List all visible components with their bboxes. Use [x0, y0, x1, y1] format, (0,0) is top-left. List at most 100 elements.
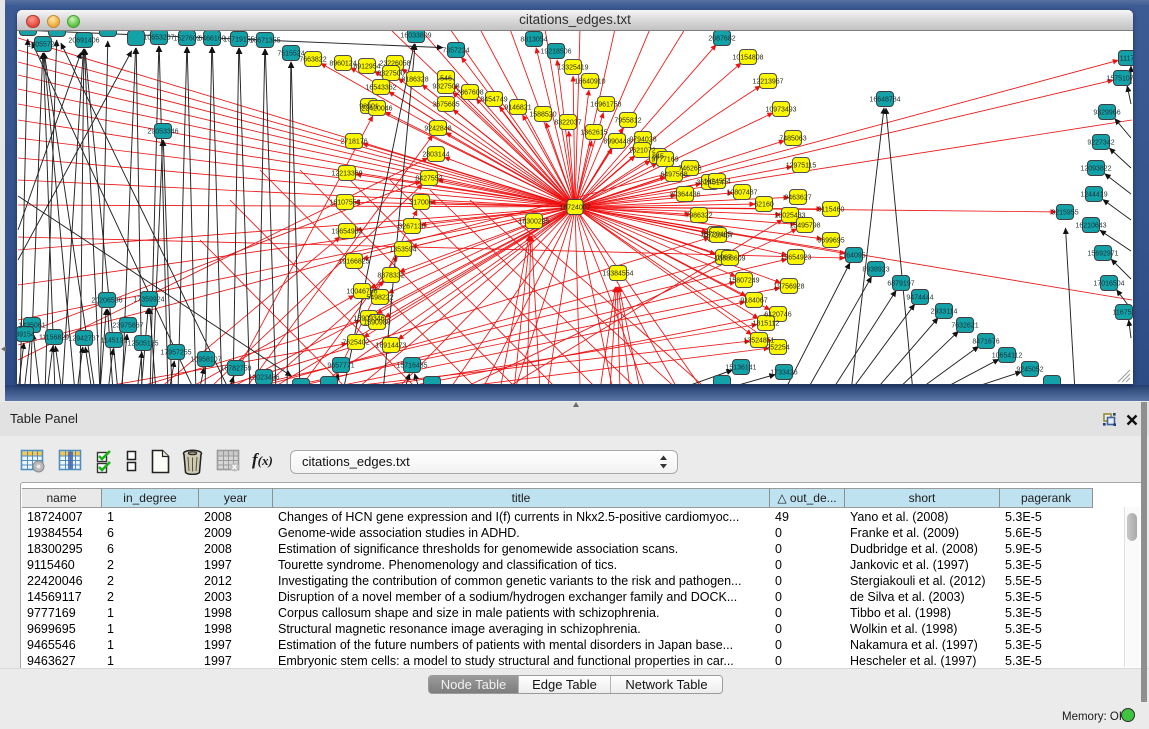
svg-text:12093822: 12093822 — [1080, 166, 1111, 173]
svg-text:10973493: 10973493 — [765, 107, 796, 114]
svg-text:16782759: 16782759 — [220, 366, 251, 373]
svg-text:1588520: 1588520 — [529, 112, 556, 119]
svg-text:317006: 317006 — [409, 200, 432, 207]
svg-text:8427552: 8427552 — [415, 176, 442, 183]
svg-text:11156829: 11156829 — [39, 335, 69, 342]
svg-text:8186328: 8186328 — [401, 77, 428, 84]
svg-text:9146821: 9146821 — [504, 105, 531, 112]
svg-text:15495798: 15495798 — [789, 223, 820, 230]
svg-text:3675685: 3675685 — [432, 102, 459, 109]
svg-text:2803144: 2803144 — [422, 152, 449, 159]
svg-text:16961758: 16961758 — [590, 102, 621, 109]
svg-text:15136141: 15136141 — [725, 365, 756, 372]
svg-text:12942737: 12942737 — [68, 336, 99, 343]
svg-text:15807249: 15807249 — [728, 278, 759, 285]
svg-text:13524851: 13524851 — [743, 338, 774, 345]
svg-text:1145191: 1145191 — [101, 338, 128, 345]
svg-text:1244419: 1244419 — [1080, 192, 1107, 199]
svg-text:1117: 1117 — [1120, 56, 1133, 63]
svg-text:10654112: 10654112 — [992, 353, 1023, 360]
svg-text:16543362: 16543362 — [365, 85, 396, 92]
svg-text:17359924: 17359924 — [133, 297, 164, 304]
svg-text:16210643: 16210643 — [1075, 223, 1106, 230]
svg-text:16107553: 16107553 — [329, 200, 360, 207]
svg-text:17016504: 17016504 — [1093, 281, 1124, 288]
svg-text:9329966: 9329966 — [1093, 110, 1120, 117]
svg-text:19166825: 19166825 — [338, 259, 369, 266]
svg-text:2087682: 2087682 — [708, 36, 735, 43]
svg-text:6879197: 6879197 — [887, 281, 914, 288]
svg-text:252254: 252254 — [766, 345, 789, 352]
svg-text:18640910: 18640910 — [574, 79, 605, 86]
svg-text:6120746: 6120746 — [764, 312, 791, 319]
svg-text:8454749: 8454749 — [480, 97, 507, 104]
svg-text:19218506: 19218506 — [540, 49, 571, 56]
svg-text:12213369: 12213369 — [331, 171, 362, 178]
svg-text:23226058: 23226058 — [379, 61, 410, 68]
svg-text:10154808: 10154808 — [732, 55, 763, 62]
svg-text:15720407: 15720407 — [702, 233, 733, 240]
svg-text:8938923: 8938923 — [862, 267, 889, 274]
svg-text:39154: 39154 — [17, 332, 35, 339]
svg-text:9657771: 9657771 — [327, 363, 354, 370]
svg-text:1353594: 1353594 — [389, 247, 416, 254]
svg-text:12975115: 12975115 — [786, 163, 817, 170]
svg-text:7955812: 7955812 — [614, 118, 641, 125]
svg-text:1362615: 1362615 — [580, 130, 607, 137]
svg-text:13325419: 13325419 — [557, 65, 588, 72]
svg-text:19654933: 19654933 — [331, 229, 362, 236]
svg-text:3267130: 3267130 — [398, 224, 425, 231]
svg-text:7485063: 7485063 — [779, 136, 806, 143]
svg-text:7986322: 7986322 — [685, 213, 712, 220]
svg-text:14055721: 14055721 — [27, 42, 58, 49]
svg-text:9184067: 9184067 — [740, 298, 767, 305]
svg-text:8912954: 8912954 — [353, 64, 380, 71]
svg-text:9777169: 9777169 — [651, 157, 678, 164]
svg-text:1624554: 1624554 — [703, 179, 730, 186]
svg-text:10958107: 10958107 — [190, 357, 221, 364]
svg-text:546: 546 — [440, 76, 452, 83]
svg-text:8878332: 8878332 — [377, 273, 404, 280]
svg-text:12213967: 12213967 — [752, 79, 783, 86]
svg-text:15692971: 15692971 — [1087, 251, 1118, 258]
svg-text:9474444: 9474444 — [906, 295, 933, 302]
svg-text:9794028: 9794028 — [629, 137, 656, 144]
svg-text:2867608: 2867608 — [456, 90, 483, 97]
svg-text:9242848: 9242848 — [424, 126, 451, 133]
svg-text:7632621: 7632621 — [951, 323, 978, 330]
svg-text:29053346: 29053346 — [147, 129, 178, 136]
svg-text:7625402: 7625402 — [342, 340, 369, 347]
svg-text:1527602: 1527602 — [173, 36, 200, 43]
svg-text:19384554: 19384554 — [602, 271, 633, 278]
svg-text:18300295: 18300295 — [518, 219, 549, 226]
svg-text:20364436: 20364436 — [669, 192, 700, 199]
svg-text:17957255: 17957255 — [160, 350, 191, 357]
svg-text:164095: 164095 — [842, 253, 865, 260]
svg-text:2718176: 2718176 — [340, 139, 367, 146]
svg-text:22420046: 22420046 — [361, 106, 392, 113]
svg-text:10025433: 10025433 — [774, 213, 805, 220]
svg-text:2933114: 2933114 — [931, 309, 958, 316]
svg-text:16914473: 16914473 — [375, 343, 406, 350]
svg-text:116753: 116753 — [1113, 310, 1133, 317]
svg-text:12505135: 12505135 — [127, 341, 158, 348]
svg-text:23975867: 23975867 — [112, 323, 143, 330]
svg-text:3215955: 3215955 — [1051, 210, 1078, 217]
svg-text:7357224: 7357224 — [442, 48, 469, 55]
svg-text:9245052: 9245052 — [1016, 367, 1043, 374]
svg-text:7663822: 7663822 — [299, 57, 326, 64]
svg-text:9227342: 9227342 — [1087, 140, 1114, 147]
svg-text:12023466: 12023466 — [248, 375, 279, 382]
svg-text:6497568: 6497568 — [660, 172, 687, 179]
svg-text:10688609: 10688609 — [714, 256, 745, 263]
svg-text:9463627: 9463627 — [784, 195, 811, 202]
svg-text:6466160: 6466160 — [198, 36, 225, 43]
svg-text:8990448: 8990448 — [603, 139, 630, 146]
svg-text:15716485: 15716485 — [396, 363, 427, 370]
svg-text:62160: 62160 — [754, 202, 774, 209]
svg-text:19654923: 19654923 — [780, 255, 811, 262]
svg-text:20206536: 20206536 — [91, 298, 122, 305]
svg-text:1435061: 1435061 — [18, 323, 45, 330]
svg-text:18724007: 18724007 — [559, 205, 590, 212]
svg-text:5498222: 5498222 — [366, 295, 393, 302]
